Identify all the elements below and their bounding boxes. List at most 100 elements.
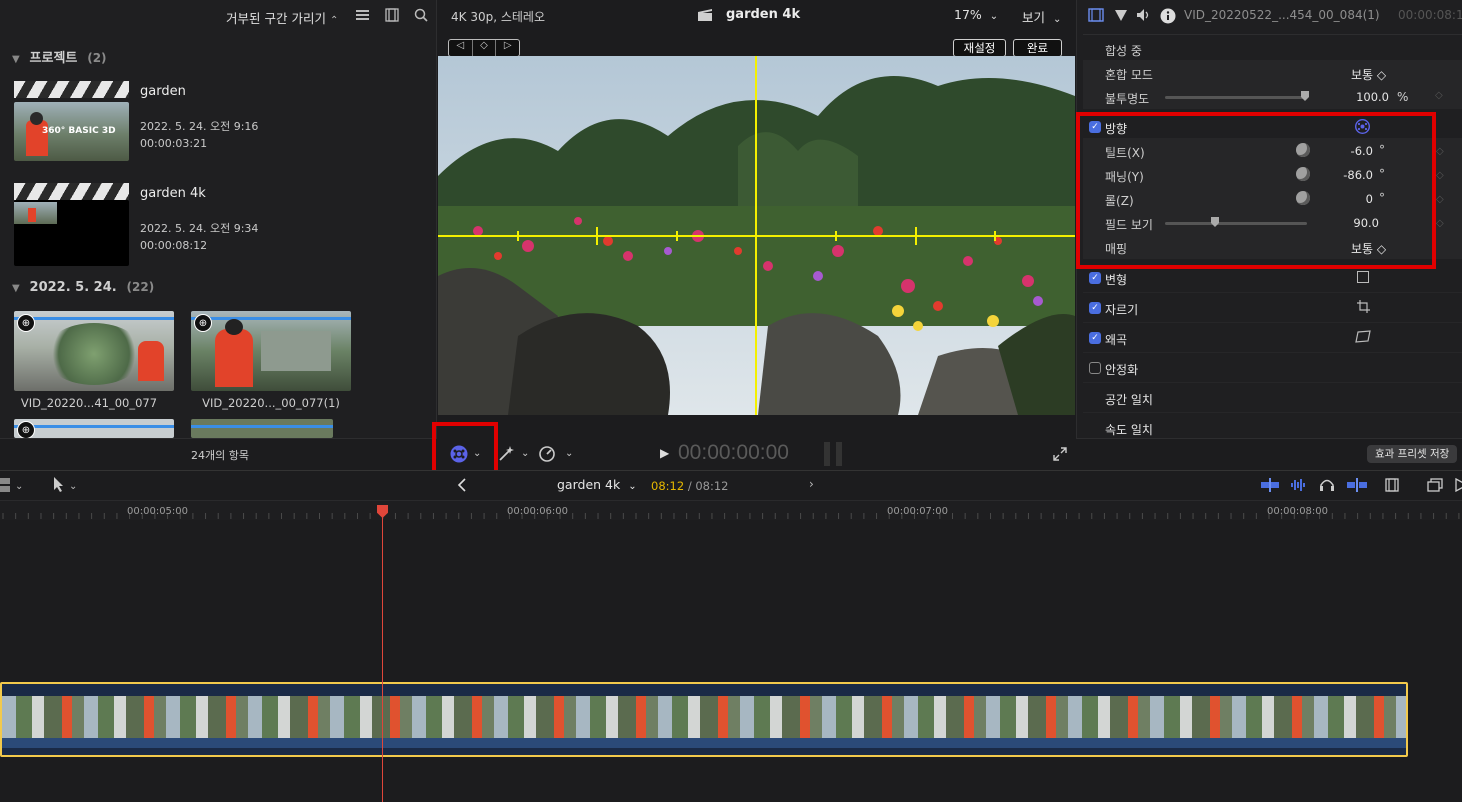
highlight-box (1076, 112, 1436, 269)
opacity-value[interactable]: 100.0 (1329, 90, 1389, 104)
audio-inspector-icon[interactable] (1136, 8, 1152, 22)
guide-tick (596, 227, 598, 245)
clip-thumbnail[interactable] (191, 419, 333, 438)
magic-wand-icon[interactable] (497, 445, 515, 463)
keyframe-diamond-icon[interactable]: ◇ (1435, 90, 1443, 101)
video-frame[interactable] (438, 56, 1075, 415)
distort-checkbox[interactable]: ✓ (1089, 332, 1101, 344)
done-button[interactable]: 완료 (1013, 39, 1062, 57)
crop-section[interactable]: ✓ 자르기 (1083, 295, 1462, 323)
transform-checkbox[interactable]: ✓ (1089, 272, 1101, 284)
search-icon[interactable] (414, 8, 428, 22)
total-time: 08:12 (695, 479, 729, 493)
clapper-icon (697, 8, 713, 22)
prev-keyframe-icon[interactable]: ◁ (449, 40, 473, 56)
blend-mode-label: 혼합 모드 (1105, 68, 1153, 82)
play-icon[interactable]: ▶ (660, 446, 669, 460)
chevron-down-icon: ⌄ (989, 11, 999, 22)
snapping-icon[interactable] (1347, 478, 1367, 492)
timeline-project-menu[interactable]: garden 4k ⌄ (557, 477, 637, 492)
transform-section[interactable]: ✓ 변형 (1083, 265, 1462, 293)
crop-checkbox[interactable]: ✓ (1089, 302, 1101, 314)
info-icon[interactable] (1160, 8, 1176, 24)
clip-thumbnail[interactable]: ⊕ (14, 419, 174, 438)
date-section-header[interactable]: ▼ 2022. 5. 24. (22) (12, 280, 154, 295)
spatial-conform-section[interactable]: 공간 일치 (1083, 385, 1462, 413)
stabilize-label: 안정화 (1105, 363, 1139, 377)
guide-tick (915, 227, 917, 245)
back-arrow-icon[interactable] (455, 478, 469, 492)
clip-appearance-icon[interactable]: ⌄ (0, 476, 24, 494)
svg-text:⌄: ⌄ (15, 481, 23, 492)
clip-filmstrip-icon[interactable] (1385, 478, 1399, 492)
guide-tick (676, 231, 678, 241)
360-badge-icon: ⊕ (194, 314, 212, 332)
opacity-slider-thumb[interactable] (1301, 91, 1309, 101)
opacity-label: 불투명도 (1105, 92, 1150, 106)
speed-gauge-icon[interactable] (538, 445, 556, 463)
effects-browser-icon[interactable] (1455, 478, 1462, 492)
zoom-dropdown[interactable]: 17% ⌄ (954, 7, 998, 22)
forward-arrow-icon[interactable]: › (809, 477, 814, 491)
opacity-slider[interactable] (1165, 96, 1307, 99)
list-view-icon[interactable] (356, 9, 369, 21)
thumb-text: 360° BASIC 3D (42, 126, 116, 136)
clapperboard-icon (14, 183, 129, 200)
project-duration: 00:00:08:12 (140, 239, 208, 252)
clip-thumbnail[interactable]: ⊕ (14, 311, 174, 391)
fullscreen-icon[interactable] (1053, 447, 1067, 461)
transform-label: 변형 (1105, 273, 1128, 287)
clapperboard-icon (14, 81, 129, 98)
clip-time-value: 00:00:08:10 (1398, 8, 1462, 22)
video-only-icon[interactable] (1261, 478, 1279, 492)
stabilize-section[interactable]: 안정화 (1083, 355, 1462, 383)
filter-dropdown[interactable]: 거부된 구간 가리기 ⌃ (226, 8, 338, 27)
color-inspector-icon[interactable] (1114, 8, 1128, 22)
add-keyframe-icon[interactable]: ◇ (473, 40, 497, 56)
clip-thumbnail[interactable]: ⊕ (191, 311, 351, 391)
filmstrip-icon[interactable] (385, 8, 399, 22)
keyframe-diamond-icon[interactable]: ◇ (1436, 218, 1444, 229)
headphones-icon[interactable] (1319, 478, 1335, 492)
save-effects-preset-button[interactable]: 효과 프리셋 저장 (1367, 445, 1458, 463)
timeline-clip[interactable] (0, 682, 1408, 757)
reset-button[interactable]: 재설정 (953, 39, 1006, 57)
crop-overlay-icon[interactable] (1357, 300, 1370, 313)
crop-label: 자르기 (1105, 303, 1139, 317)
360-badge-icon: ⊕ (17, 314, 35, 332)
distort-overlay-icon[interactable] (1355, 330, 1371, 343)
transform-overlay-icon[interactable] (1357, 271, 1369, 283)
compositing-section[interactable]: 합성 중 (1083, 37, 1462, 61)
compositing-label: 합성 중 (1105, 44, 1142, 58)
select-tool-icon[interactable]: ⌄ (52, 476, 80, 494)
timeline-index-icon[interactable] (1427, 478, 1443, 492)
keyframe-diamond-icon[interactable]: ◇ (1436, 146, 1444, 157)
next-keyframe-icon[interactable]: ▷ (496, 40, 519, 56)
project-thumbnail[interactable]: 360° BASIC 3D (14, 102, 129, 161)
project-name[interactable]: garden 4k (140, 186, 206, 201)
chevron-down-icon[interactable]: ⌄ (521, 448, 529, 459)
timeline-ruler[interactable] (0, 500, 1462, 520)
clip-audio-waveform (2, 738, 1406, 748)
project-thumbnail[interactable] (14, 200, 129, 266)
project-date: 2022. 5. 24. 오전 9:16 (140, 120, 259, 133)
ruler-timecode: 00:00:05:00 (127, 506, 189, 517)
keyframe-diamond-icon[interactable]: ◇ (1436, 194, 1444, 205)
projects-section-header[interactable]: ▼ 프로젝트 (2) (12, 47, 107, 66)
blend-mode-select[interactable]: 보통 ◇ (1351, 66, 1386, 83)
audio-waveform-icon[interactable] (1290, 478, 1308, 492)
keyframe-diamond-icon[interactable]: ◇ (1436, 170, 1444, 181)
distort-section[interactable]: ✓ 왜곡 (1083, 325, 1462, 353)
rate-conform-section[interactable]: 속도 일치 (1083, 415, 1462, 439)
playhead[interactable] (382, 505, 383, 802)
ruler-timecode: 00:00:07:00 (887, 506, 949, 517)
filter-label: 거부된 구간 가리기 (226, 11, 326, 26)
project-name[interactable]: garden (140, 84, 186, 99)
chevron-down-icon[interactable]: ⌄ (565, 448, 573, 459)
clip-filmstrip (2, 696, 1406, 738)
ruler-timecode: 00:00:08:00 (1267, 506, 1329, 517)
video-inspector-icon[interactable] (1088, 8, 1104, 22)
view-menu[interactable]: 보기 ⌄ (1022, 7, 1061, 26)
stabilize-checkbox[interactable] (1089, 362, 1101, 374)
viewer-title: garden 4k (726, 7, 801, 22)
